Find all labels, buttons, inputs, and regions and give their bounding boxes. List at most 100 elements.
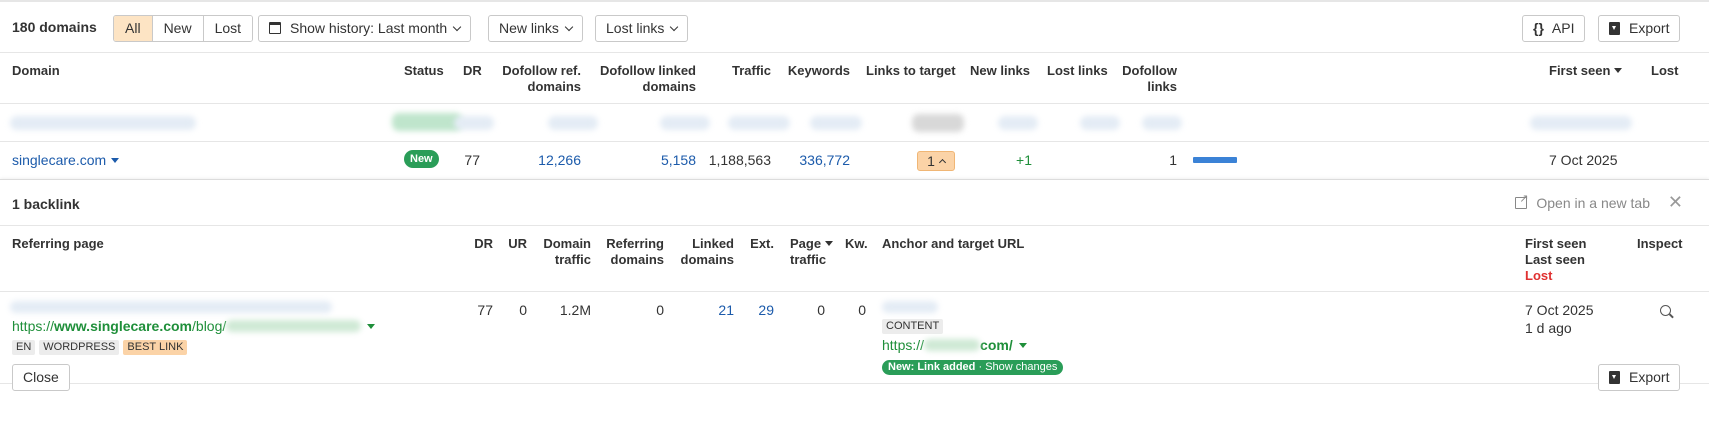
col-first-last-seen[interactable]: First seen Last seen Lost (1525, 236, 1586, 284)
blurred-domain (10, 116, 196, 130)
domain-count: 180 domains (12, 19, 97, 35)
api-button[interactable]: {} API (1522, 15, 1586, 42)
backlinks-table-header: Referring page DR UR Domain traffic Refe… (0, 226, 1709, 292)
table-row: singlecare.com 77 12,266 5,158 1,188,563… (0, 142, 1709, 179)
target-url[interactable]: https://com/ (882, 336, 1027, 354)
linked-domains-value[interactable]: 21 (672, 301, 734, 319)
blurred-cell (810, 116, 862, 130)
chevron-down-icon (367, 324, 376, 329)
search-icon[interactable] (1660, 305, 1671, 316)
blurred-cell (548, 116, 598, 130)
blurred-cell (1142, 116, 1182, 130)
col-first-seen[interactable]: First seen (1549, 63, 1623, 79)
external-link-icon (1515, 192, 1529, 209)
status-badge: New (404, 150, 439, 168)
blurred-row (0, 104, 1709, 142)
change-status: New: Link added · Show changes (882, 356, 1064, 375)
domain-traffic-value: 1.2M (559, 302, 591, 318)
first-seen-value: 7 Oct 2025 (1549, 152, 1618, 168)
col-links-to-target[interactable]: Links to target (866, 63, 956, 79)
col-kw[interactable]: Kw. (845, 236, 868, 252)
blurred-target-domain (924, 339, 981, 351)
close-icon[interactable]: ✕ (1668, 192, 1683, 213)
chevron-up-icon (938, 158, 946, 167)
blurred-cell (1080, 116, 1120, 130)
blurred-cell (728, 116, 790, 130)
lost-links-label: Lost links (606, 20, 665, 36)
history-dropdown[interactable]: Show history: Last month (258, 15, 472, 42)
bl-dr-value: 77 (477, 302, 493, 318)
new-links-label: New links (499, 20, 559, 36)
col-traffic[interactable]: Traffic (700, 63, 771, 79)
filter-lost-button[interactable]: Lost (203, 16, 253, 41)
close-button[interactable]: Close (12, 364, 70, 391)
col-linked-domains[interactable]: Linked domains (672, 236, 734, 268)
keywords-value[interactable]: 336,772 (776, 151, 850, 169)
kw-value: 0 (858, 302, 866, 318)
col-domain[interactable]: Domain (12, 63, 60, 79)
panel-title: 1 backlink (12, 196, 80, 212)
dofollow-links-bar (1193, 157, 1237, 163)
download-icon (1609, 22, 1620, 35)
sort-desc-icon (825, 241, 834, 246)
blurred-anchor-text (882, 301, 938, 313)
tag-best-link: BEST LINK (123, 340, 188, 355)
anchor-type-tag: CONTENT (882, 319, 944, 334)
col-dofollow-ref-domains[interactable]: Dofollow ref. domains (480, 63, 581, 95)
blurred-cell (998, 116, 1038, 130)
filter-new-button[interactable]: New (152, 16, 204, 41)
backlink-row: https://www.singlecare.com/blog/ EN WORDP… (0, 292, 1709, 384)
col-new-links[interactable]: New links (970, 63, 1030, 79)
tag-lang: EN (12, 340, 36, 355)
filter-all-button[interactable]: All (114, 16, 153, 41)
col-anchor[interactable]: Anchor and target URL (882, 236, 1024, 252)
export-button[interactable]: Export (1598, 15, 1681, 42)
chevron-down-icon (670, 22, 679, 32)
col-lost[interactable]: Lost (1651, 63, 1678, 79)
domains-table-header: Domain Status DR Dofollow ref. domains D… (0, 52, 1709, 104)
dofollow-links-value: 1 (1169, 152, 1177, 168)
traffic-value: 1,188,563 (708, 152, 771, 168)
toolbar: 180 domains All New Lost Show history: L… (0, 0, 1709, 52)
export-label: Export (1629, 20, 1670, 36)
history-label: Show history: Last month (290, 20, 448, 36)
col-lost-links[interactable]: Lost links (1047, 63, 1108, 79)
dofollow-linked-domains-value[interactable]: 5,158 (606, 151, 696, 169)
col-dofollow-linked-domains[interactable]: Dofollow linked domains (586, 63, 696, 95)
code-braces-icon: {} (1533, 20, 1544, 36)
last-seen-value: 1 d ago (1525, 320, 1572, 336)
show-changes-link[interactable]: Show changes (985, 361, 1057, 373)
domain-link[interactable]: singlecare.com (12, 151, 120, 169)
new-links-dropdown[interactable]: New links (488, 15, 583, 42)
blurred-status (392, 113, 462, 131)
lost-links-dropdown[interactable]: Lost links (595, 15, 689, 42)
col-dofollow-links[interactable]: Dofollow links (1110, 63, 1177, 95)
filter-segment: All New Lost (113, 15, 254, 42)
open-new-tab-link[interactable]: Open in a new tab (1515, 192, 1650, 211)
ext-value[interactable]: 29 (740, 301, 774, 319)
col-domain-traffic[interactable]: Domain traffic (534, 236, 591, 268)
col-bl-dr[interactable]: DR (460, 236, 493, 252)
col-inspect: Inspect (1637, 236, 1683, 251)
col-referring-page[interactable]: Referring page (12, 236, 104, 252)
col-referring-domains[interactable]: Referring domains (598, 236, 664, 268)
col-status[interactable]: Status (404, 63, 444, 79)
col-ext[interactable]: Ext. (740, 236, 774, 252)
referring-page-url[interactable]: https://www.singlecare.com/blog/ (12, 317, 376, 335)
dofollow-ref-domains-value[interactable]: 12,266 (500, 151, 581, 169)
chevron-down-icon (111, 158, 120, 163)
panel-export-button[interactable]: Export (1598, 364, 1681, 391)
ur-value: 0 (519, 302, 527, 318)
chevron-down-icon (564, 22, 574, 32)
referring-domains-value: 0 (656, 302, 664, 318)
links-to-target-toggle[interactable]: 1 (917, 151, 955, 171)
col-keywords[interactable]: Keywords (776, 63, 850, 79)
api-label: API (1551, 20, 1575, 36)
calendar-icon (269, 22, 281, 34)
col-dr[interactable]: DR (463, 63, 482, 79)
page-traffic-value: 0 (817, 302, 825, 318)
panel-header: 1 backlink Open in a new tab ✕ (0, 180, 1709, 226)
tag-platform: WORDPRESS (39, 340, 120, 355)
col-ur[interactable]: UR (500, 236, 527, 252)
col-page-traffic[interactable]: Page traffic (790, 236, 834, 268)
